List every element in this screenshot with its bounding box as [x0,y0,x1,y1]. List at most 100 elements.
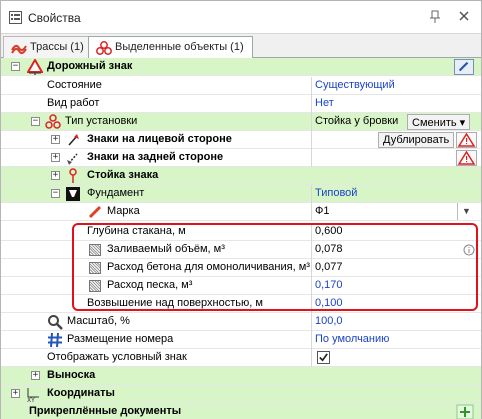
column-separator [311,185,312,203]
column-separator [311,295,312,313]
foundation-value[interactable]: Типовой [315,187,357,199]
tab-routes[interactable]: Трассы (1) [3,36,93,58]
state-value[interactable]: Существующий [315,79,395,91]
column-separator [311,349,312,367]
elevation-value[interactable]: 0,100 [315,297,343,309]
scale-value[interactable]: 100,0 [315,315,343,327]
concrete-flow-label: Расход бетона для омоноличивания, м³ [107,261,310,273]
readonly-icon [89,262,101,274]
front-warning-button[interactable] [456,132,477,148]
back-arrow-icon [67,153,78,165]
pin-icon[interactable] [429,10,441,24]
prop-glass-depth[interactable]: Глубина стакана, м 0,600 [1,223,481,241]
elevation-label: Возвышение над поверхностью, м [87,297,263,309]
column-separator [311,313,312,331]
foundation-icon [66,187,80,201]
column-separator [311,241,312,259]
back-warning-button[interactable] [456,150,477,166]
prop-elevation[interactable]: Возвышение над поверхностью, м 0,100 [1,295,481,313]
brand-label: Марка [107,205,140,217]
front-arrow-icon [68,134,79,146]
prop-brand[interactable]: Марка Ф1 ▼ [1,203,481,221]
edit-button[interactable] [454,59,474,75]
number-placement-value[interactable]: По умолчанию [315,333,389,345]
category-road-sign[interactable]: − Дорожный знак [1,58,481,76]
brand-value[interactable]: Ф1 [315,205,329,217]
title-bar: Свойства [1,1,481,34]
expand-icon[interactable]: + [31,371,40,380]
prop-concrete-flow[interactable]: Расход бетона для омоноличивания, м³ 0,0… [1,259,481,277]
prop-fill-volume[interactable]: Заливаемый объём, м³ 0,078 [1,241,481,259]
number-placement-label: Размещение номера [67,333,174,345]
show-symbol-checkbox[interactable] [317,351,330,364]
column-separator [311,77,312,95]
add-document-icon[interactable] [456,404,474,419]
road-sign-label: Дорожный знак [47,60,133,72]
work-type-value[interactable]: Нет [315,97,334,109]
window-title: Свойства [28,11,81,25]
prop-state[interactable]: Состояние Существующий [1,77,481,95]
magnifier-icon [48,315,63,330]
scale-label: Масштаб, % [67,315,130,327]
collapse-icon[interactable]: − [31,117,40,126]
prop-number-placement[interactable]: Размещение номера По умолчанию [1,331,481,349]
prop-show-symbol[interactable]: Отображать условный знак [1,349,481,367]
change-button-label: Сменить [412,117,457,129]
prop-install-type[interactable]: − Тип установки Стойка у бровки Сменить … [1,113,481,131]
column-separator [311,149,312,167]
routes-icon [11,44,27,55]
show-symbol-label: Отображать условный знак [47,351,187,363]
brand-pencil-icon [88,205,102,219]
prop-sand-flow[interactable]: Расход песка, м³ 0,170 [1,277,481,295]
collapse-icon[interactable]: − [11,62,20,71]
duplicate-button[interactable]: Дублировать [378,132,455,148]
info-icon[interactable] [463,244,475,256]
prop-foundation[interactable]: − Фундамент Типовой [1,185,481,203]
warning-icon [457,132,476,147]
work-type-label: Вид работ [47,97,100,109]
glass-depth-value[interactable]: 0,600 [315,225,343,237]
readonly-icon [89,244,101,256]
expand-icon[interactable]: + [51,171,60,180]
sand-flow-value[interactable]: 0,170 [315,279,343,291]
collapse-icon[interactable]: − [51,189,60,198]
fill-volume-value: 0,078 [315,243,343,255]
prop-work-type[interactable]: Вид работ Нет [1,95,481,113]
glass-depth-label: Глубина стакана, м [87,225,186,237]
properties-window: Свойства Трассы (1) Выделенные объекты (… [0,0,482,419]
front-signs-label: Знаки на лицевой стороне [87,133,232,145]
tab-routes-label: Трассы (1) [30,41,84,53]
column-separator [311,95,312,113]
chevron-down-icon[interactable]: ▼ [457,203,475,220]
expand-icon[interactable]: + [51,153,60,162]
readonly-icon [89,280,101,292]
category-attached-docs[interactable]: Прикреплённые документы [1,403,481,419]
column-separator [311,203,312,221]
expand-icon[interactable]: + [51,135,60,144]
tab-selected-objects[interactable]: Выделенные объекты (1) [88,36,253,59]
svg-text:XY: XY [27,397,35,402]
prop-front-signs[interactable]: + Знаки на лицевой стороне Дублировать [1,131,481,149]
selected-objects-icon [96,41,112,55]
install-type-icon [45,114,61,129]
install-type-value: Стойка у бровки [315,115,399,127]
attached-docs-label: Прикреплённые документы [29,405,182,417]
category-leader[interactable]: + Выноска [1,367,481,385]
coords-label: Координаты [47,387,115,399]
coordinates-icon: XY [27,388,39,402]
column-separator [311,331,312,349]
pencil-icon [458,61,469,72]
warning-icon [457,150,476,165]
category-coords[interactable]: + XY Координаты [1,385,481,403]
column-separator [311,131,312,149]
state-label: Состояние [47,79,102,91]
change-button[interactable]: Сменить ▾ [407,114,471,130]
prop-post[interactable]: + Стойка знака [1,167,481,185]
close-icon[interactable] [457,8,471,24]
prop-back-signs[interactable]: + Знаки на задней стороне [1,149,481,167]
prop-scale[interactable]: Масштаб, % 100,0 [1,313,481,331]
foundation-label: Фундамент [87,187,145,199]
tab-strip: Трассы (1) Выделенные объекты (1) [1,34,481,59]
expand-icon[interactable]: + [11,389,20,398]
fill-volume-label: Заливаемый объём, м³ [107,243,225,255]
